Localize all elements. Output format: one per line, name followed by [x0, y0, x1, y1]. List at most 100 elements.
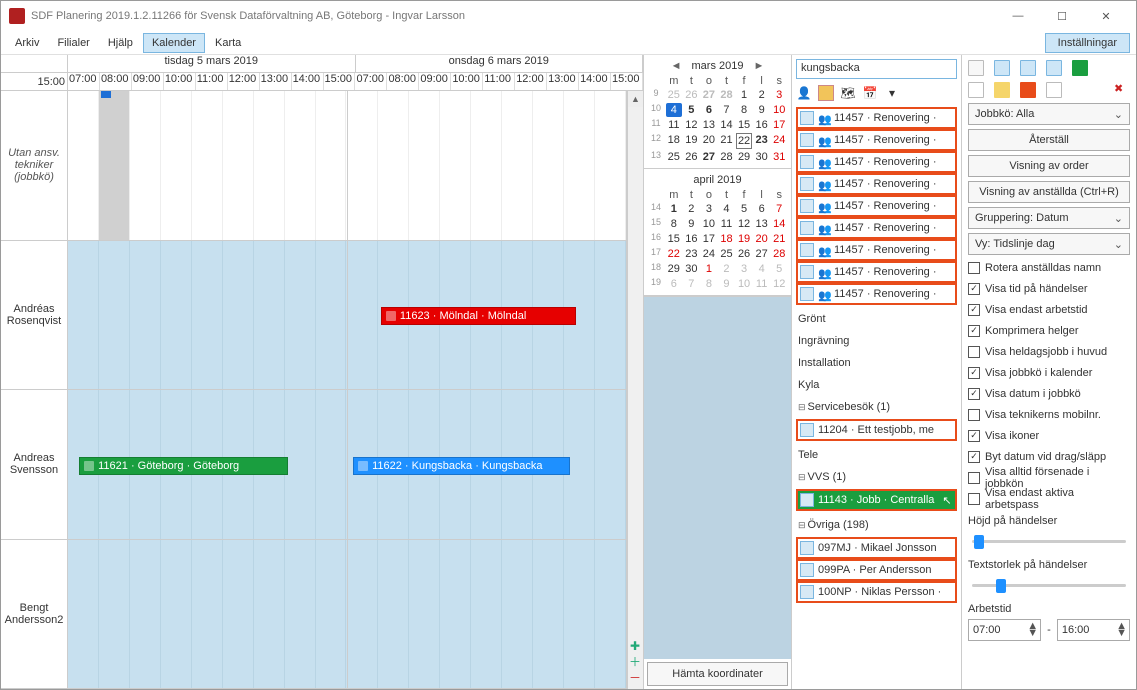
cal-day[interactable]: 16: [684, 232, 700, 246]
person-icon[interactable]: 👤: [796, 85, 812, 101]
cal-day[interactable]: 17: [771, 118, 787, 132]
check-heldag[interactable]: Visa heldagsjobb i huvud: [968, 343, 1130, 360]
check-byt-datum[interactable]: Byt datum vid drag/släpp: [968, 448, 1130, 465]
job-item[interactable]: 👥11457 · Renovering ·: [796, 107, 957, 129]
view-select[interactable]: Vy: Tidslinje dag⌄: [968, 233, 1130, 255]
cal-day[interactable]: 18: [666, 133, 682, 149]
cal-day[interactable]: 5: [736, 202, 752, 216]
cal-day[interactable]: 23: [684, 247, 700, 261]
event-11622[interactable]: 11622 · Kungsbacka · Kungsbacka: [353, 457, 570, 475]
cal-day[interactable]: 25: [666, 150, 682, 164]
menu-karta[interactable]: Karta: [207, 34, 249, 52]
cat-ovriga[interactable]: ⊟Övriga (198): [796, 515, 957, 533]
cal-day[interactable]: 19: [736, 232, 752, 246]
timeline-scrollbar[interactable]: ▲ ✚ ＋ －: [627, 91, 643, 689]
cal-day[interactable]: 8: [666, 217, 682, 231]
cal-day[interactable]: 12: [684, 118, 700, 132]
cal-day[interactable]: 14: [771, 217, 787, 231]
cal-day[interactable]: 2: [684, 202, 700, 216]
cal-day[interactable]: 25: [666, 88, 682, 102]
map-icon[interactable]: 🗺: [840, 85, 856, 101]
fetch-coordinates-button[interactable]: Hämta koordinater: [647, 662, 788, 686]
cal-day[interactable]: 24: [701, 247, 717, 261]
cal-day[interactable]: 31: [771, 150, 787, 164]
day-header-2[interactable]: onsdag 6 mars 2019: [356, 55, 644, 72]
cal-day[interactable]: 24: [771, 133, 787, 149]
cal-day[interactable]: 11: [666, 118, 682, 132]
check-ikoner[interactable]: Visa ikoner: [968, 427, 1130, 444]
jobbko-select[interactable]: Jobbkö: Alla⌄: [968, 103, 1130, 125]
cal-day[interactable]: 12: [736, 217, 752, 231]
cal-day[interactable]: 12: [771, 277, 787, 291]
cal-prev[interactable]: ◄: [667, 60, 686, 72]
job-item[interactable]: 👥11457 · Renovering ·: [796, 283, 957, 305]
cal-day[interactable]: 2: [719, 262, 735, 276]
cal-day[interactable]: 6: [754, 202, 770, 216]
cal-day[interactable]: 14: [719, 118, 735, 132]
cal-day[interactable]: 8: [736, 103, 752, 117]
reset-button[interactable]: Återställ: [968, 129, 1130, 151]
doc-blue2-icon[interactable]: [1020, 60, 1036, 76]
cal-day[interactable]: 8: [701, 277, 717, 291]
cat-tele[interactable]: Tele: [796, 445, 957, 463]
cal-day[interactable]: 22: [666, 247, 682, 261]
check-aktiva[interactable]: Visa endast aktiva arbetspass: [968, 490, 1130, 507]
job-item[interactable]: 👥11457 · Renovering ·: [796, 173, 957, 195]
cal-day[interactable]: 11: [719, 217, 735, 231]
job-item[interactable]: 👥11457 · Renovering ·: [796, 261, 957, 283]
close-button[interactable]: ✕: [1084, 2, 1128, 30]
cal-day[interactable]: 22: [736, 133, 752, 149]
height-slider[interactable]: [968, 531, 1130, 551]
doc-yellow-icon[interactable]: [994, 82, 1010, 98]
job-item[interactable]: 097MJ · Mikael Jonsson: [796, 537, 957, 559]
job-item[interactable]: 👥11457 · Renovering ·: [796, 239, 957, 261]
cal-day[interactable]: 29: [666, 262, 682, 276]
cal-day[interactable]: 4: [666, 103, 682, 117]
cal-day[interactable]: 9: [719, 277, 735, 291]
menu-hjalp[interactable]: Hjälp: [100, 34, 141, 52]
grouping-select[interactable]: Gruppering: Datum⌄: [968, 207, 1130, 229]
cal-day[interactable]: 15: [736, 118, 752, 132]
textsize-slider[interactable]: [968, 575, 1130, 595]
cal-day[interactable]: 17: [701, 232, 717, 246]
cal-day[interactable]: 13: [701, 118, 717, 132]
check-datum-jobbko[interactable]: Visa datum i jobbkö: [968, 385, 1130, 402]
check-arbetstid[interactable]: Visa endast arbetstid: [968, 301, 1130, 318]
cat-gront[interactable]: Grönt: [796, 309, 957, 327]
cal-day[interactable]: 27: [701, 88, 717, 102]
cal-day[interactable]: 4: [719, 202, 735, 216]
time-to-input[interactable]: 16:00▲▼: [1057, 619, 1130, 641]
cal-day[interactable]: 26: [684, 88, 700, 102]
doc-blue3-icon[interactable]: [1046, 60, 1062, 76]
cal-day[interactable]: 10: [771, 103, 787, 117]
menu-kalender[interactable]: Kalender: [143, 33, 205, 53]
cal-day[interactable]: 16: [754, 118, 770, 132]
job-item[interactable]: 099PA · Per Andersson: [796, 559, 957, 581]
date-icon[interactable]: 📅: [862, 85, 878, 101]
job-item[interactable]: 11204 · Ett testjobb, me: [796, 419, 957, 441]
job-item[interactable]: 👥11457 · Renovering ·: [796, 195, 957, 217]
cal-day[interactable]: 7: [771, 202, 787, 216]
check-tekniker-mob[interactable]: Visa teknikerns mobilnr.: [968, 406, 1130, 423]
cal-day[interactable]: 1: [736, 88, 752, 102]
cal-day[interactable]: 3: [701, 202, 717, 216]
cal-day[interactable]: 7: [684, 277, 700, 291]
cal-next[interactable]: ►: [749, 60, 768, 72]
cal-day[interactable]: 26: [684, 150, 700, 164]
cal-day[interactable]: 23: [754, 133, 770, 149]
calendar-icon[interactable]: [818, 85, 834, 101]
cal-day[interactable]: 4: [754, 262, 770, 276]
doc3-icon[interactable]: [1046, 82, 1062, 98]
cal-day[interactable]: 9: [684, 217, 700, 231]
time-from-input[interactable]: 07:00▲▼: [968, 619, 1041, 641]
job-item[interactable]: 👥11457 · Renovering ·: [796, 129, 957, 151]
maximize-button[interactable]: ☐: [1040, 2, 1084, 30]
cal-day[interactable]: 2: [754, 88, 770, 102]
job-item[interactable]: 11143 · Jobb · Centralla↖: [796, 489, 957, 511]
cal-day[interactable]: 3: [736, 262, 752, 276]
view-order-button[interactable]: Visning av order: [968, 155, 1130, 177]
doc2-icon[interactable]: [968, 82, 984, 98]
cal-day[interactable]: 7: [719, 103, 735, 117]
cat-vvs[interactable]: ⊟VVS (1): [796, 467, 957, 485]
check-jobbko-kal[interactable]: Visa jobbkö i kalender: [968, 364, 1130, 381]
